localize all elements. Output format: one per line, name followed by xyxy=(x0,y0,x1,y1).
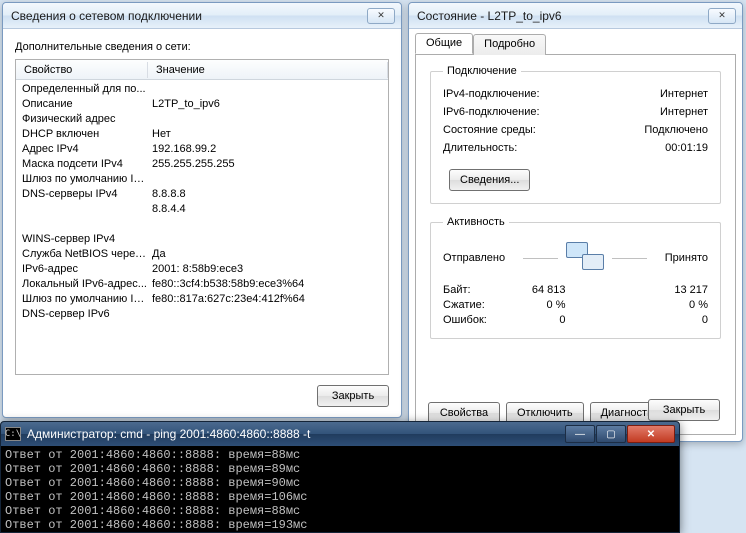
property-cell: Служба NetBIOS через... xyxy=(16,247,148,262)
cmd-title: Администратор: cmd - ping 2001:4860:4860… xyxy=(27,427,310,441)
table-row[interactable]: Локальный IPv6-адрес...fe80::3cf4:b538:5… xyxy=(16,277,388,292)
bytes-received: 13 217 xyxy=(646,284,709,296)
cmd-window: C:\ Администратор: cmd - ping 2001:4860:… xyxy=(0,421,680,533)
errors-received: 0 xyxy=(646,314,709,326)
table-row[interactable]: DHCP включенНет xyxy=(16,127,388,142)
status-window: Состояние - L2TP_to_ipv6 ✕ Общие Подробн… xyxy=(408,2,743,442)
property-cell: Шлюз по умолчанию IP... xyxy=(16,292,148,307)
value-cell: fe80::817a:627c:23e4:412f%64 xyxy=(148,292,388,307)
list-header: Свойство Значение xyxy=(16,60,388,80)
tab-body: Подключение IPv4-подключение:Интернет IP… xyxy=(415,55,736,435)
value-cell xyxy=(148,172,388,187)
bytes-label: Байт: xyxy=(443,284,513,296)
received-label: Принято xyxy=(653,252,708,264)
blank-row xyxy=(16,217,388,232)
property-cell: Адрес IPv4 xyxy=(16,142,148,157)
maximize-icon[interactable]: ▢ xyxy=(596,425,626,443)
computers-icon xyxy=(564,240,606,276)
media-label: Состояние среды: xyxy=(443,121,593,139)
cmd-titlebar[interactable]: C:\ Администратор: cmd - ping 2001:4860:… xyxy=(1,422,679,446)
value-cell: Нет xyxy=(148,127,388,142)
activity-legend: Активность xyxy=(443,216,509,228)
ipv6-label: IPv6-подключение: xyxy=(443,103,593,121)
window-title: Сведения о сетевом подключении xyxy=(9,9,365,23)
value-cell: 192.168.99.2 xyxy=(148,142,388,157)
value-cell xyxy=(148,307,388,322)
value-cell: 8.8.4.4 xyxy=(148,202,388,217)
close-icon[interactable]: ✕ xyxy=(367,8,395,24)
titlebar[interactable]: Сведения о сетевом подключении ✕ xyxy=(3,3,401,29)
compression-sent: 0 % xyxy=(513,299,576,311)
table-row[interactable]: Маска подсети IPv4255.255.255.255 xyxy=(16,157,388,172)
table-row[interactable]: Служба NetBIOS через...Да xyxy=(16,247,388,262)
errors-label: Ошибок: xyxy=(443,314,513,326)
table-row[interactable]: IPv6-адрес2001: 8:58b9:ece3 xyxy=(16,262,388,277)
property-cell: Описание xyxy=(16,97,148,112)
connection-group: Подключение IPv4-подключение:Интернет IP… xyxy=(430,65,721,204)
details-subheading: Дополнительные сведения о сети: xyxy=(15,41,389,53)
value-cell: 255.255.255.255 xyxy=(148,157,388,172)
property-cell: Маска подсети IPv4 xyxy=(16,157,148,172)
ipv6-value: Интернет xyxy=(593,103,708,121)
value-cell xyxy=(148,82,388,97)
network-details-window: Сведения о сетевом подключении ✕ Дополни… xyxy=(2,2,402,418)
table-row[interactable]: Шлюз по умолчанию IP... xyxy=(16,172,388,187)
value-cell: L2TP_to_ipv6 xyxy=(148,97,388,112)
close-icon[interactable]: ✕ xyxy=(627,425,675,443)
connection-legend: Подключение xyxy=(443,65,521,77)
window-title: Состояние - L2TP_to_ipv6 xyxy=(415,9,706,23)
minimize-icon[interactable]: — xyxy=(565,425,595,443)
value-cell xyxy=(148,112,388,127)
tab-general[interactable]: Общие xyxy=(415,33,473,54)
details-listbox: Свойство Значение Определенный для по...… xyxy=(15,59,389,375)
cmd-output: Ответ от 2001:4860:4860::8888: время=88м… xyxy=(1,446,679,533)
details-button[interactable]: Сведения... xyxy=(449,169,530,191)
table-row[interactable]: DNS-серверы IPv48.8.8.8 xyxy=(16,187,388,202)
value-cell xyxy=(148,232,388,247)
close-button[interactable]: Закрыть xyxy=(648,399,720,421)
table-row[interactable]: ОписаниеL2TP_to_ipv6 xyxy=(16,97,388,112)
value-cell: Да xyxy=(148,247,388,262)
compression-label: Сжатие: xyxy=(443,299,513,311)
tab-strip: Общие Подробно xyxy=(415,33,736,55)
table-row[interactable]: Физический адрес xyxy=(16,112,388,127)
table-row[interactable]: Адрес IPv4192.168.99.2 xyxy=(16,142,388,157)
property-cell: DNS-серверы IPv4 xyxy=(16,187,148,202)
value-cell: 8.8.8.8 xyxy=(148,187,388,202)
property-cell: DHCP включен xyxy=(16,127,148,142)
value-cell: 2001: 8:58b9:ece3 xyxy=(148,262,388,277)
cmd-icon: C:\ xyxy=(5,427,21,441)
property-cell: Физический адрес xyxy=(16,112,148,127)
property-cell: Определенный для по... xyxy=(16,82,148,97)
property-cell: WINS-сервер IPv4 xyxy=(16,232,148,247)
table-row[interactable]: DNS-сервер IPv6 xyxy=(16,307,388,322)
errors-sent: 0 xyxy=(513,314,576,326)
property-cell: IPv6-адрес xyxy=(16,262,148,277)
property-cell: Шлюз по умолчанию IP... xyxy=(16,172,148,187)
duration-label: Длительность: xyxy=(443,139,593,157)
sent-label: Отправлено xyxy=(443,252,517,264)
bytes-sent: 64 813 xyxy=(513,284,576,296)
table-row[interactable]: 8.8.4.4 xyxy=(16,202,388,217)
property-cell xyxy=(16,202,148,217)
value-cell: fe80::3cf4:b538:58b9:ece3%64 xyxy=(148,277,388,292)
property-cell: DNS-сервер IPv6 xyxy=(16,307,148,322)
media-value: Подключено xyxy=(593,121,708,139)
table-row[interactable]: Определенный для по... xyxy=(16,82,388,97)
ipv4-label: IPv4-подключение: xyxy=(443,85,593,103)
duration-value: 00:01:19 xyxy=(593,139,708,157)
titlebar[interactable]: Состояние - L2TP_to_ipv6 ✕ xyxy=(409,3,742,29)
tab-details[interactable]: Подробно xyxy=(473,34,546,55)
activity-group: Активность Отправлено Принято Байт: 64 8… xyxy=(430,216,721,339)
ipv4-value: Интернет xyxy=(593,85,708,103)
compression-received: 0 % xyxy=(646,299,709,311)
property-cell: Локальный IPv6-адрес... xyxy=(16,277,148,292)
table-row[interactable]: WINS-сервер IPv4 xyxy=(16,232,388,247)
close-button[interactable]: Закрыть xyxy=(317,385,389,407)
column-property[interactable]: Свойство xyxy=(16,62,148,78)
table-row[interactable]: Шлюз по умолчанию IP...fe80::817a:627c:2… xyxy=(16,292,388,307)
column-value[interactable]: Значение xyxy=(148,62,388,78)
close-icon[interactable]: ✕ xyxy=(708,8,736,24)
